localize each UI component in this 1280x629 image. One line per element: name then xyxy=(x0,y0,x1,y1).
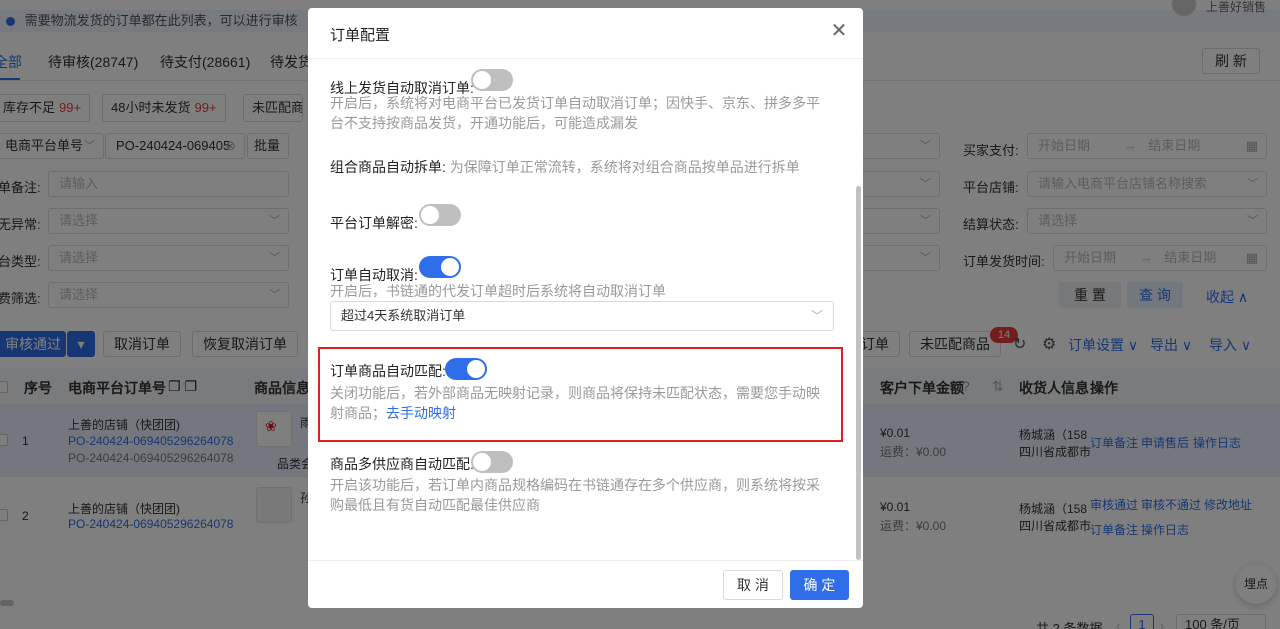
opt-auto-cancel-toggle[interactable] xyxy=(419,256,461,278)
opt-auto-match-desc: 关闭功能后，若外部商品无映射记录，则商品将保持未匹配状态，需要您手动映射商品；去… xyxy=(330,383,820,423)
toggle-knob xyxy=(467,360,485,378)
opt-combo-split-desc: 为保障订单正常流转，系统将对组合商品按单品进行拆单 xyxy=(449,159,800,175)
modal-title: 订单配置 xyxy=(330,27,391,44)
opt-decrypt-label: 平台订单解密: xyxy=(330,215,418,231)
toggle-knob xyxy=(441,258,459,276)
opt-auto-cancel-shipped-toggle[interactable] xyxy=(471,69,513,91)
modal-body: 线上发货自动取消订单: 开启后，系统将对电商平台已发货订单自动取消订单；因快手、… xyxy=(308,59,863,561)
opt-combo-split-label: 组合商品自动拆单: xyxy=(330,159,446,175)
manual-mapping-link[interactable]: 去手动映射 xyxy=(386,405,456,421)
cancel-button[interactable]: 取 消 xyxy=(723,570,783,600)
order-config-modal: 订单配置 ✕ 线上发货自动取消订单: 开启后，系统将对电商平台已发货订单自动取消… xyxy=(308,8,863,608)
opt-auto-cancel-desc: 开启后，书链通的代发订单超时后系统将自动取消订单 xyxy=(330,283,666,299)
modal-footer-divider xyxy=(308,560,863,561)
opt-auto-match-toggle[interactable] xyxy=(445,358,487,380)
toggle-knob xyxy=(421,206,439,224)
opt-combo-split: 组合商品自动拆单: 为保障订单正常流转，系统将对组合商品按单品进行拆单 xyxy=(330,157,850,177)
toggle-knob xyxy=(473,71,491,89)
opt-multi-supplier-toggle[interactable] xyxy=(471,451,513,473)
opt-auto-cancel-shipped-desc: 开启后，系统将对电商平台已发货订单自动取消订单；因快手、京东、拼多多平台不支持按… xyxy=(330,95,820,131)
chevron-down-icon: ﹀ xyxy=(810,309,823,323)
opt-multi-supplier-desc: 开启该功能后，若订单内商品规格编码在书链通存在多个供应商，则系统将按采购最低且有… xyxy=(330,477,820,513)
opt-auto-match-label: 订单商品自动匹配: xyxy=(330,363,446,379)
confirm-button[interactable]: 确 定 xyxy=(790,570,849,600)
modal-scrollbar[interactable] xyxy=(856,186,861,560)
opt-decrypt-toggle[interactable] xyxy=(419,204,461,226)
select-value: 超过4天系统取消订单 xyxy=(341,308,466,323)
toggle-knob xyxy=(473,453,491,471)
close-icon[interactable]: ✕ xyxy=(830,21,848,41)
opt-multi-supplier-label: 商品多供应商自动匹配: xyxy=(330,456,474,472)
auto-cancel-days-select[interactable]: 超过4天系统取消订单 ﹀ xyxy=(330,301,834,331)
